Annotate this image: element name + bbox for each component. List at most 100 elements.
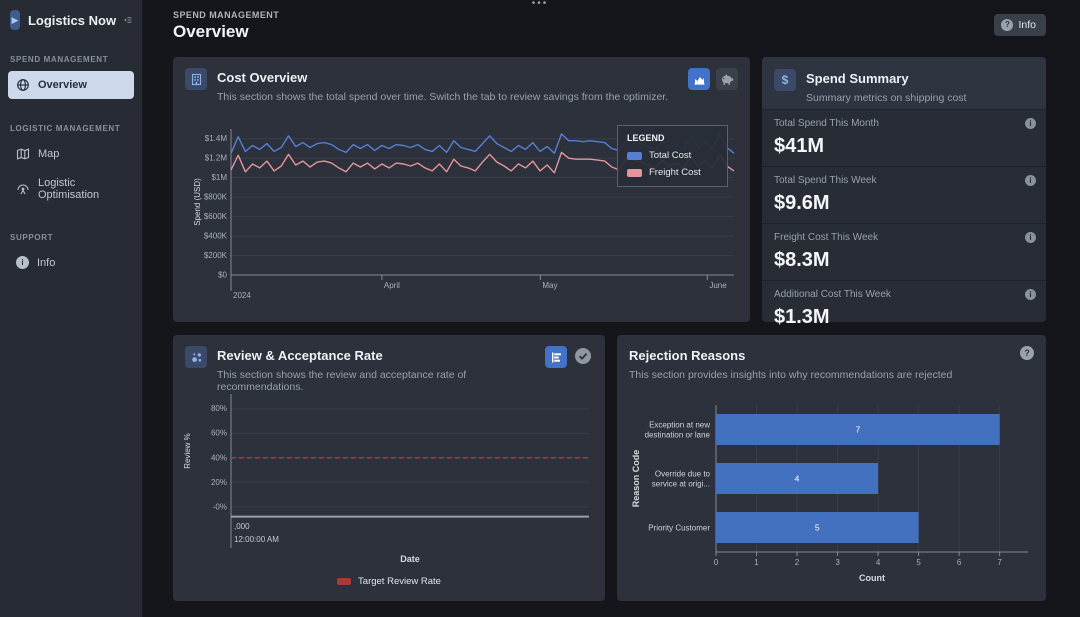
svg-text:12:00:00 AM: 12:00:00 AM <box>234 535 279 544</box>
review-accept-tab-button[interactable] <box>573 346 593 366</box>
svg-text:3: 3 <box>835 558 840 567</box>
header-info-button[interactable]: ? Info <box>994 14 1046 36</box>
svg-text:80%: 80% <box>211 404 227 413</box>
page-title: Overview <box>173 22 249 42</box>
dollar-icon: $ <box>774 69 796 91</box>
svg-text:Priority Customer: Priority Customer <box>648 524 710 533</box>
svg-text:May: May <box>542 281 557 290</box>
sidebar: ▶ Logistics Now SPEND MANAGEMENT Overvie… <box>0 0 142 617</box>
brand-row: ▶ Logistics Now <box>0 0 142 30</box>
sidebar-item-label: Map <box>38 148 59 160</box>
legend-title: LEGEND <box>627 133 718 143</box>
svg-text:7: 7 <box>997 558 1002 567</box>
cost-savings-tab-button[interactable] <box>716 68 738 90</box>
brand-title: Logistics Now <box>28 13 116 28</box>
map-icon <box>16 147 30 161</box>
info-icon[interactable]: i <box>1025 232 1036 243</box>
app-root: ▶ Logistics Now SPEND MANAGEMENT Overvie… <box>0 0 1080 617</box>
metric-label: Total Spend This Month <box>774 118 1034 129</box>
header-info-label: Info <box>1018 19 1036 31</box>
svg-text:$200K: $200K <box>204 251 228 260</box>
svg-text:60%: 60% <box>211 429 227 438</box>
svg-text:$600K: $600K <box>204 212 228 221</box>
svg-text:4: 4 <box>795 474 800 484</box>
metric-value: $41M <box>774 135 1034 158</box>
window-drag-handle[interactable]: ••• <box>532 0 549 9</box>
rejection-reasons-chart: 012345677Exception at newdestination or … <box>620 391 1040 591</box>
sidebar-collapse-icon[interactable] <box>124 13 132 27</box>
svg-text:1: 1 <box>754 558 759 567</box>
svg-text:Reason Code: Reason Code <box>631 450 641 508</box>
review-rate-chart: 80%60%40%20%-0%Review %,00012:00:00 AMDa… <box>175 388 599 598</box>
svg-text:Exception at new: Exception at new <box>649 421 710 430</box>
antenna-icon <box>16 182 30 196</box>
cost-chart-legend: LEGEND Total Cost Freight Cost <box>617 125 728 187</box>
svg-text:2: 2 <box>795 558 800 567</box>
svg-text:7: 7 <box>855 425 860 435</box>
question-icon: ? <box>1001 19 1013 31</box>
total-cost-swatch <box>627 152 642 160</box>
metric-label: Additional Cost This Week <box>774 289 1034 300</box>
sidebar-section-support: SUPPORT <box>10 233 132 242</box>
svg-text:4: 4 <box>876 558 881 567</box>
svg-text:6: 6 <box>957 558 962 567</box>
sidebar-item-label: Overview <box>38 79 87 91</box>
cost-chart-tab-button[interactable] <box>688 68 710 90</box>
svg-text:-0%: -0% <box>213 502 227 511</box>
svg-text:Date: Date <box>400 554 420 564</box>
svg-text:Review %: Review % <box>183 433 192 469</box>
sidebar-section-spend: SPEND MANAGEMENT <box>10 55 132 64</box>
info-icon: i <box>16 256 29 269</box>
card-title: Spend Summary <box>806 71 966 86</box>
legend-label: Target Review Rate <box>358 576 441 587</box>
sidebar-item-logistic-optimisation[interactable]: Logistic Optimisation <box>8 170 134 208</box>
globe-icon <box>16 78 30 92</box>
metric-label: Total Spend This Week <box>774 175 1034 186</box>
review-chart-tab-button[interactable] <box>545 346 567 368</box>
help-icon[interactable]: ? <box>1020 346 1034 360</box>
sidebar-item-map[interactable]: Map <box>8 140 134 168</box>
card-title: Rejection Reasons <box>629 348 952 363</box>
sidebar-item-label: Logistic Optimisation <box>38 177 126 201</box>
svg-text:$1.2M: $1.2M <box>205 154 228 163</box>
svg-text:0: 0 <box>714 558 719 567</box>
legend-item-freight-cost: Freight Cost <box>627 167 718 178</box>
metric-label: Freight Cost This Week <box>774 232 1034 243</box>
svg-text:June: June <box>709 281 727 290</box>
info-icon[interactable]: i <box>1025 118 1036 129</box>
card-title: Cost Overview <box>217 70 668 85</box>
info-icon[interactable]: i <box>1025 175 1036 186</box>
card-subtitle: Summary metrics on shipping cost <box>806 92 966 104</box>
review-rate-header: Review & Acceptance Rate This section sh… <box>173 335 605 393</box>
legend-item-total-cost: Total Cost <box>627 150 718 161</box>
svg-text:Spend (USD): Spend (USD) <box>193 178 202 226</box>
building-chart-icon <box>185 68 207 90</box>
svg-text:5: 5 <box>916 558 921 567</box>
app-logo-icon: ▶ <box>10 10 20 30</box>
review-rate-card: Review & Acceptance Rate This section sh… <box>173 335 605 601</box>
metric-total-spend-week: Total Spend This Week $9.6M i <box>762 166 1046 223</box>
svg-text:40%: 40% <box>211 453 227 462</box>
cost-overview-card: Cost Overview This section shows the tot… <box>173 57 750 322</box>
breadcrumb: SPEND MANAGEMENT <box>173 10 279 20</box>
piggy-bank-icon <box>720 73 734 86</box>
metric-value: $8.3M <box>774 249 1034 272</box>
rejection-reasons-header: Rejection Reasons This section provides … <box>617 335 1046 381</box>
sidebar-item-overview[interactable]: Overview <box>8 71 134 99</box>
svg-text:service at origi...: service at origi... <box>652 480 710 489</box>
metric-list: Total Spend This Month $41M i Total Spen… <box>762 109 1046 322</box>
svg-text:$1M: $1M <box>211 173 227 182</box>
scatter-icon <box>185 346 207 368</box>
card-title: Review & Acceptance Rate <box>217 348 535 363</box>
svg-text:5: 5 <box>815 523 820 533</box>
sidebar-item-info[interactable]: i Info <box>8 249 134 276</box>
rejection-reasons-card: Rejection Reasons This section provides … <box>617 335 1046 601</box>
spend-summary-header: $ Spend Summary Summary metrics on shipp… <box>762 57 1046 109</box>
metric-value: $9.6M <box>774 192 1034 215</box>
metric-freight-cost-week: Freight Cost This Week $8.3M i <box>762 223 1046 280</box>
info-icon[interactable]: i <box>1025 289 1036 300</box>
freight-cost-swatch <box>627 169 642 177</box>
legend-label: Freight Cost <box>649 167 701 178</box>
review-chart-legend: Target Review Rate <box>173 576 605 587</box>
area-chart-icon <box>693 73 706 86</box>
